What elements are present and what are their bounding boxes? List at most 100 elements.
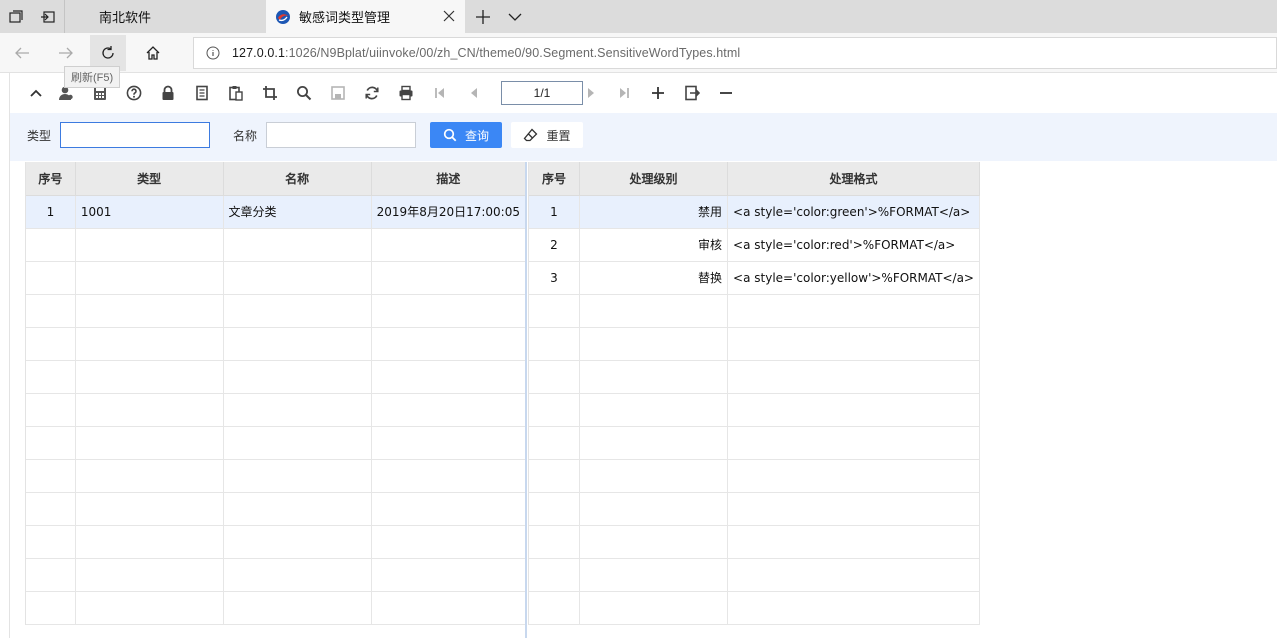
table-row[interactable]: 3 替换 <a style='color:yellow'>%FORMAT</a>	[529, 261, 980, 295]
empty-row	[529, 459, 980, 493]
browser-navbar: 127.0.0.1:1026/N9Bplat/uiinvoke/00/zh_CN…	[0, 33, 1277, 73]
cell-format: <a style='color:red'>%FORMAT</a>	[727, 228, 980, 262]
print-icon[interactable]	[396, 83, 416, 103]
last-page-icon[interactable]	[614, 83, 634, 103]
empty-row	[26, 261, 527, 295]
crop-icon[interactable]	[260, 83, 280, 103]
first-page-icon[interactable]	[430, 83, 450, 103]
tab-sensitive-word-types[interactable]: 敏感词类型管理	[266, 0, 465, 33]
empty-row	[529, 426, 980, 460]
grid-toolbar: 1/1	[10, 73, 1277, 113]
reset-button-label: 重置	[546, 128, 571, 143]
export-icon[interactable]	[682, 83, 702, 103]
grid-header-row: 序号 处理级别 处理格式	[529, 162, 980, 196]
empty-row	[26, 360, 527, 394]
chevron-down-icon[interactable]	[502, 4, 528, 30]
column-header-name[interactable]: 名称	[223, 162, 372, 196]
prev-page-icon[interactable]	[464, 83, 484, 103]
tab-actions-icon[interactable]	[0, 0, 32, 33]
info-icon[interactable]	[206, 46, 220, 60]
reset-button[interactable]: 重置	[511, 122, 583, 148]
tab-nanbei[interactable]: 南北软件	[64, 0, 266, 33]
cell-level: 禁用	[579, 195, 729, 229]
empty-row	[529, 360, 980, 394]
empty-row	[26, 393, 527, 427]
refresh-tooltip: 刷新(F5)	[64, 66, 121, 88]
empty-row	[26, 459, 527, 493]
table-row[interactable]: 2 审核 <a style='color:red'>%FORMAT</a>	[529, 228, 980, 262]
column-header-no[interactable]: 序号	[26, 162, 76, 196]
empty-row	[26, 294, 527, 328]
cell-level: 审核	[579, 228, 729, 262]
search-button[interactable]: 查询	[430, 122, 502, 148]
handling-level-grid: 序号 处理级别 处理格式 1 禁用 <a style='color:green'…	[528, 162, 980, 625]
empty-row	[26, 558, 527, 592]
cell-format: <a style='color:green'>%FORMAT</a>	[727, 195, 980, 229]
column-header-no[interactable]: 序号	[529, 162, 580, 196]
site-favicon-icon	[276, 9, 290, 24]
tab-title: 敏感词类型管理	[299, 11, 391, 26]
close-tab-icon[interactable]	[441, 8, 457, 24]
address-bar[interactable]: 127.0.0.1:1026/N9Bplat/uiinvoke/00/zh_CN…	[193, 37, 1277, 69]
empty-row	[529, 525, 980, 559]
grid-splitter[interactable]	[525, 162, 527, 638]
cell-type: 1001	[75, 195, 224, 229]
search-icon[interactable]	[294, 83, 314, 103]
cell-format: <a style='color:yellow'>%FORMAT</a>	[727, 261, 980, 295]
page-content: 1/1 类型 名称 查询 重置 序号 类型 名称 描述 1 1001 文章分类 …	[0, 73, 1277, 638]
type-input[interactable]	[60, 122, 210, 148]
refresh-icon[interactable]	[362, 83, 382, 103]
empty-row	[529, 393, 980, 427]
empty-row	[529, 558, 980, 592]
browser-tabstrip: 南北软件 敏感词类型管理	[0, 0, 1277, 33]
empty-row	[26, 492, 527, 526]
empty-row	[529, 294, 980, 328]
empty-row	[26, 327, 527, 361]
minus-icon[interactable]	[716, 83, 736, 103]
column-header-type[interactable]: 类型	[75, 162, 224, 196]
cell-desc: 2019年8月20日17:00:05	[371, 195, 527, 229]
type-label: 类型	[27, 129, 52, 143]
column-header-level[interactable]: 处理级别	[579, 162, 729, 196]
search-icon	[443, 128, 457, 142]
save-icon[interactable]	[328, 83, 348, 103]
document-icon[interactable]	[192, 83, 212, 103]
help-icon[interactable]	[124, 83, 144, 103]
add-icon[interactable]	[648, 83, 668, 103]
grid-header-row: 序号 类型 名称 描述	[26, 162, 527, 196]
page-number-input[interactable]: 1/1	[501, 81, 583, 105]
back-icon[interactable]	[4, 35, 40, 71]
new-tab-icon[interactable]	[470, 4, 496, 30]
empty-row	[26, 591, 527, 625]
eraser-icon	[524, 128, 538, 141]
empty-row	[26, 426, 527, 460]
query-bar: 类型 名称 查询 重置	[10, 113, 1277, 161]
search-button-label: 查询	[464, 128, 489, 143]
lock-icon[interactable]	[158, 83, 178, 103]
name-input[interactable]	[266, 122, 416, 148]
empty-row	[529, 492, 980, 526]
table-row[interactable]: 1 1001 文章分类 2019年8月20日17:00:05	[26, 195, 527, 229]
empty-row	[26, 525, 527, 559]
home-icon[interactable]	[135, 35, 171, 71]
cell-level: 替换	[579, 261, 729, 295]
empty-row	[529, 591, 980, 625]
url-text: 127.0.0.1:1026/N9Bplat/uiinvoke/00/zh_CN…	[232, 46, 741, 60]
set-tabs-aside-icon[interactable]	[32, 0, 64, 33]
cell-no: 2	[529, 228, 580, 262]
cell-no: 1	[26, 195, 76, 229]
chevron-up-icon[interactable]	[26, 83, 46, 103]
next-page-icon[interactable]	[581, 83, 601, 103]
paste-icon[interactable]	[226, 83, 246, 103]
column-header-desc[interactable]: 描述	[371, 162, 527, 196]
name-label: 名称	[233, 129, 258, 143]
tab-title: 南北软件	[99, 11, 152, 26]
cell-no: 1	[529, 195, 580, 229]
empty-row	[529, 327, 980, 361]
column-header-format[interactable]: 处理格式	[727, 162, 980, 196]
cell-name: 文章分类	[223, 195, 372, 229]
cell-no: 3	[529, 261, 580, 295]
empty-row	[26, 228, 527, 262]
table-row[interactable]: 1 禁用 <a style='color:green'>%FORMAT</a>	[529, 195, 980, 229]
sensitive-word-type-grid: 序号 类型 名称 描述 1 1001 文章分类 2019年8月20日17:00:…	[25, 162, 527, 625]
